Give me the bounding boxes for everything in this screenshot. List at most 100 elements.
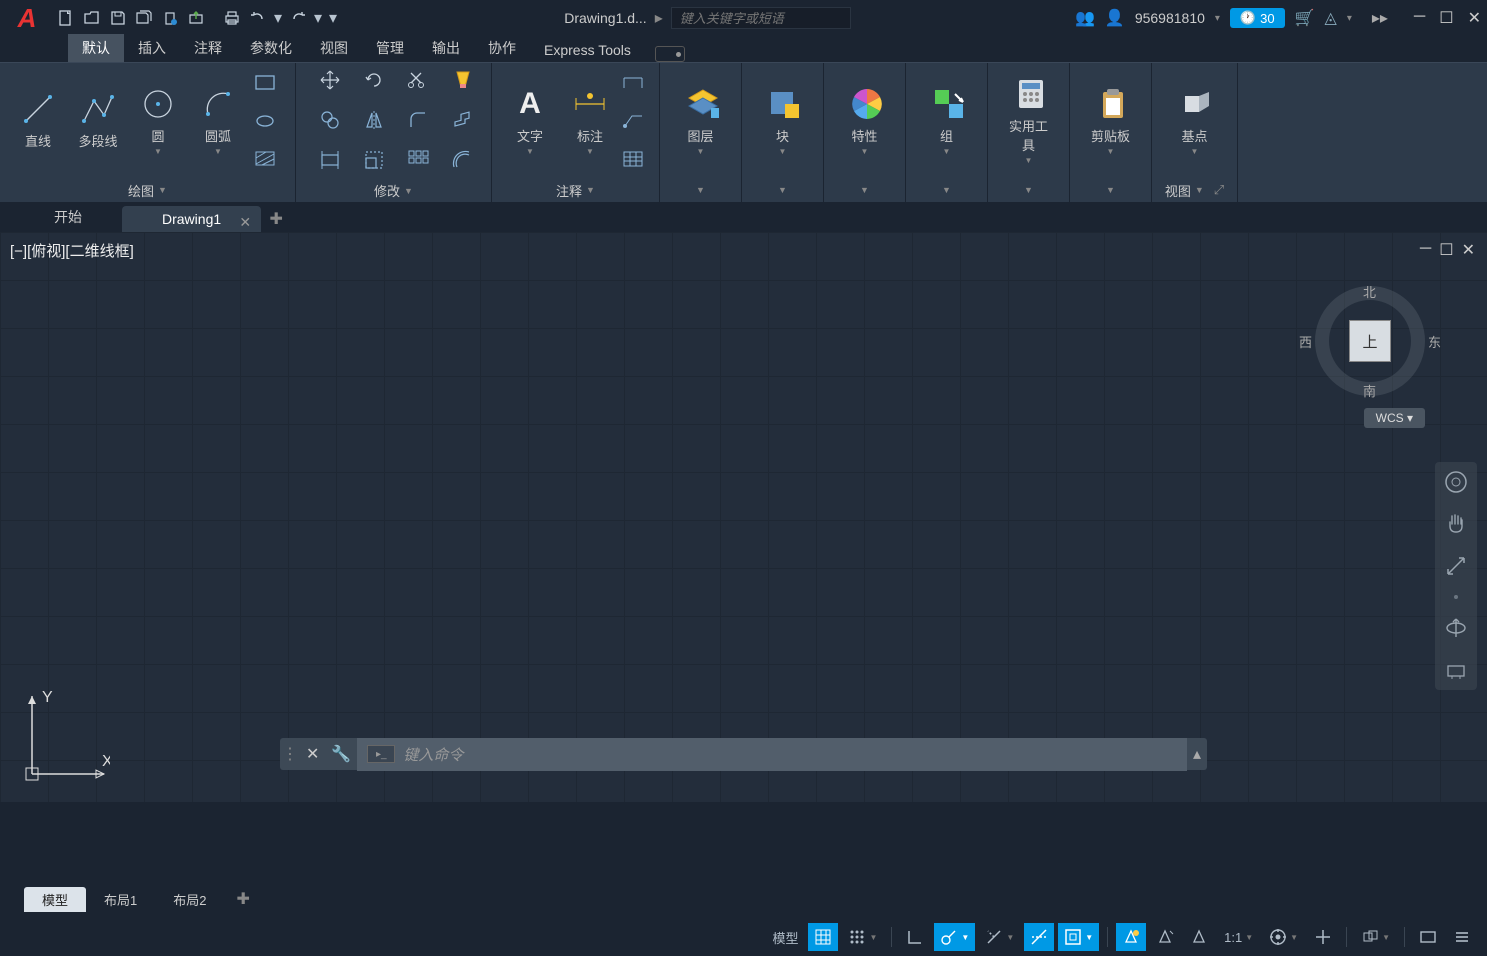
panel-annot-title[interactable]: 注释▼ (492, 178, 659, 202)
vp-maximize-icon[interactable]: ☐ (1439, 240, 1453, 260)
panel-clip-title[interactable]: ▼ (1070, 178, 1151, 202)
redo-dropdown[interactable]: ▾ (312, 6, 324, 30)
sb-scale-button[interactable]: 1:1▼ (1218, 923, 1259, 951)
print-icon[interactable] (220, 6, 244, 30)
tab-default[interactable]: 默认 (68, 34, 124, 62)
group-button[interactable]: 组▼ (917, 82, 977, 160)
steering-wheel-icon[interactable] (1442, 468, 1470, 496)
panel-util-title[interactable]: ▼ (988, 178, 1069, 202)
binoculars-icon[interactable]: 👥 (1075, 8, 1095, 28)
dimension-button[interactable]: 标注▼ (560, 82, 620, 160)
tab-start[interactable]: 开始 (14, 202, 122, 232)
panel-block-title[interactable]: ▼ (742, 178, 823, 202)
erase-icon[interactable] (449, 67, 475, 93)
tab-insert[interactable]: 插入 (124, 34, 180, 62)
pan-icon[interactable] (1442, 510, 1470, 538)
trial-badge[interactable]: 🕐 30 (1230, 8, 1285, 28)
panel-prop-title[interactable]: ▼ (824, 178, 905, 202)
command-input[interactable]: ▸_ 键入命令 (357, 738, 1187, 771)
sb-isolate-icon[interactable]: ▼ (1355, 923, 1396, 951)
array-icon[interactable] (405, 147, 431, 173)
copy-icon[interactable] (317, 107, 343, 133)
showmotion-icon[interactable] (1442, 656, 1470, 684)
ellipse-icon[interactable] (252, 108, 278, 134)
sb-annotation-monitor-icon[interactable] (1308, 923, 1338, 951)
stretch-icon[interactable] (317, 147, 343, 173)
sb-customize-icon[interactable] (1447, 923, 1477, 951)
close-button[interactable]: ✕ (1468, 8, 1481, 28)
hatch-icon[interactable] (252, 146, 278, 172)
panel-draw-title[interactable]: 绘图▼ (0, 178, 295, 202)
undo-dropdown[interactable]: ▾ (272, 6, 284, 30)
sb-annoauto-icon[interactable] (1184, 923, 1214, 951)
vp-close-icon[interactable]: ✕ (1462, 240, 1475, 260)
user-icon[interactable]: 👤 (1105, 8, 1125, 28)
save-icon[interactable] (106, 6, 130, 30)
sb-otrack-icon[interactable] (1024, 923, 1054, 951)
sb-workspace-icon[interactable]: ▼ (1263, 923, 1304, 951)
redo-icon[interactable] (286, 6, 310, 30)
text-button[interactable]: A 文字▼ (500, 82, 560, 160)
vp-minimize-icon[interactable]: ─ (1420, 240, 1431, 260)
tab-layout1[interactable]: 布局1 (86, 887, 155, 912)
layer-button[interactable]: 图层▼ (671, 82, 731, 160)
mleader-icon[interactable] (620, 108, 646, 134)
add-tab-button[interactable]: ✚ (261, 206, 291, 232)
app-logo[interactable]: A (6, 1, 48, 35)
sb-ortho-icon[interactable] (900, 923, 930, 951)
base-button[interactable]: 基点▼ (1165, 82, 1225, 160)
qat-customize[interactable]: ▾ (326, 6, 340, 30)
tab-parametric[interactable]: 参数化 (236, 34, 306, 62)
orbit-icon[interactable] (1442, 614, 1470, 642)
table-icon[interactable] (620, 146, 646, 172)
explode-icon[interactable] (449, 107, 475, 133)
viewcube-top[interactable]: 上 (1349, 320, 1391, 362)
properties-button[interactable]: 特性▼ (835, 82, 895, 160)
tab-layout2[interactable]: 布局2 (155, 887, 224, 912)
help-search-input[interactable] (671, 7, 851, 29)
sb-polar-icon[interactable]: ▼ (934, 923, 975, 951)
featured-apps[interactable] (655, 46, 685, 62)
zoom-extents-icon[interactable] (1442, 552, 1470, 580)
viewcube-west[interactable]: 西 (1299, 332, 1312, 351)
tab-view[interactable]: 视图 (306, 34, 362, 62)
panel-group-title[interactable]: ▼ (906, 178, 987, 202)
open-icon[interactable] (80, 6, 104, 30)
utilities-button[interactable]: 实用工具▼ (996, 72, 1061, 169)
cloud-open-icon[interactable] (184, 6, 208, 30)
rectangle-icon[interactable] (252, 70, 278, 96)
sb-isodraft-icon[interactable]: ▼ (979, 923, 1020, 951)
trim-icon[interactable] (405, 67, 431, 93)
drawing-canvas[interactable]: [−][俯视][二维线框] ─ ☐ ✕ 北 南 东 西 上 WCS ▾ YX ⋮… (0, 232, 1487, 802)
leader-icon[interactable] (620, 70, 646, 96)
panel-layer-title[interactable]: ▼ (660, 178, 741, 202)
cart-icon[interactable]: 🛒 (1295, 8, 1315, 28)
sb-grid-icon[interactable] (808, 923, 838, 951)
title-arrow[interactable]: ▸ (655, 8, 663, 28)
viewcube-south[interactable]: 南 (1363, 381, 1376, 400)
fillet-icon[interactable] (405, 107, 431, 133)
rotate-icon[interactable] (361, 67, 387, 93)
cmd-customize-icon[interactable]: 🔧 (325, 744, 357, 764)
minimize-button[interactable]: ─ (1414, 8, 1425, 28)
sb-model-button[interactable]: 模型 (766, 923, 804, 951)
sb-osnap-icon[interactable]: ▼ (1058, 923, 1099, 951)
add-layout-button[interactable]: ✚ (224, 886, 261, 912)
tab-collab[interactable]: 协作 (474, 34, 530, 62)
autodesk-icon[interactable]: ◬ (1325, 8, 1337, 28)
tab-model[interactable]: 模型 (24, 887, 86, 912)
scale-icon[interactable] (361, 147, 387, 173)
viewport-label[interactable]: [−][俯视][二维线框] (10, 240, 134, 261)
cmd-drag-handle[interactable]: ⋮ (280, 744, 300, 764)
sb-annoscale-icon[interactable] (1116, 923, 1146, 951)
tab-manage[interactable]: 管理 (362, 34, 418, 62)
sb-annovisible-icon[interactable] (1150, 923, 1180, 951)
panel-modify-title[interactable]: 修改▼ (296, 179, 491, 202)
cloud-save-icon[interactable] (158, 6, 182, 30)
cmd-history-icon[interactable]: ▴ (1187, 744, 1207, 764)
new-icon[interactable] (54, 6, 78, 30)
maximize-button[interactable]: ☐ (1439, 8, 1453, 28)
line-button[interactable]: 直线 (8, 87, 68, 154)
expand-icon[interactable]: ▸▸ (1372, 8, 1388, 28)
sb-snap-icon[interactable]: ▼ (842, 923, 883, 951)
